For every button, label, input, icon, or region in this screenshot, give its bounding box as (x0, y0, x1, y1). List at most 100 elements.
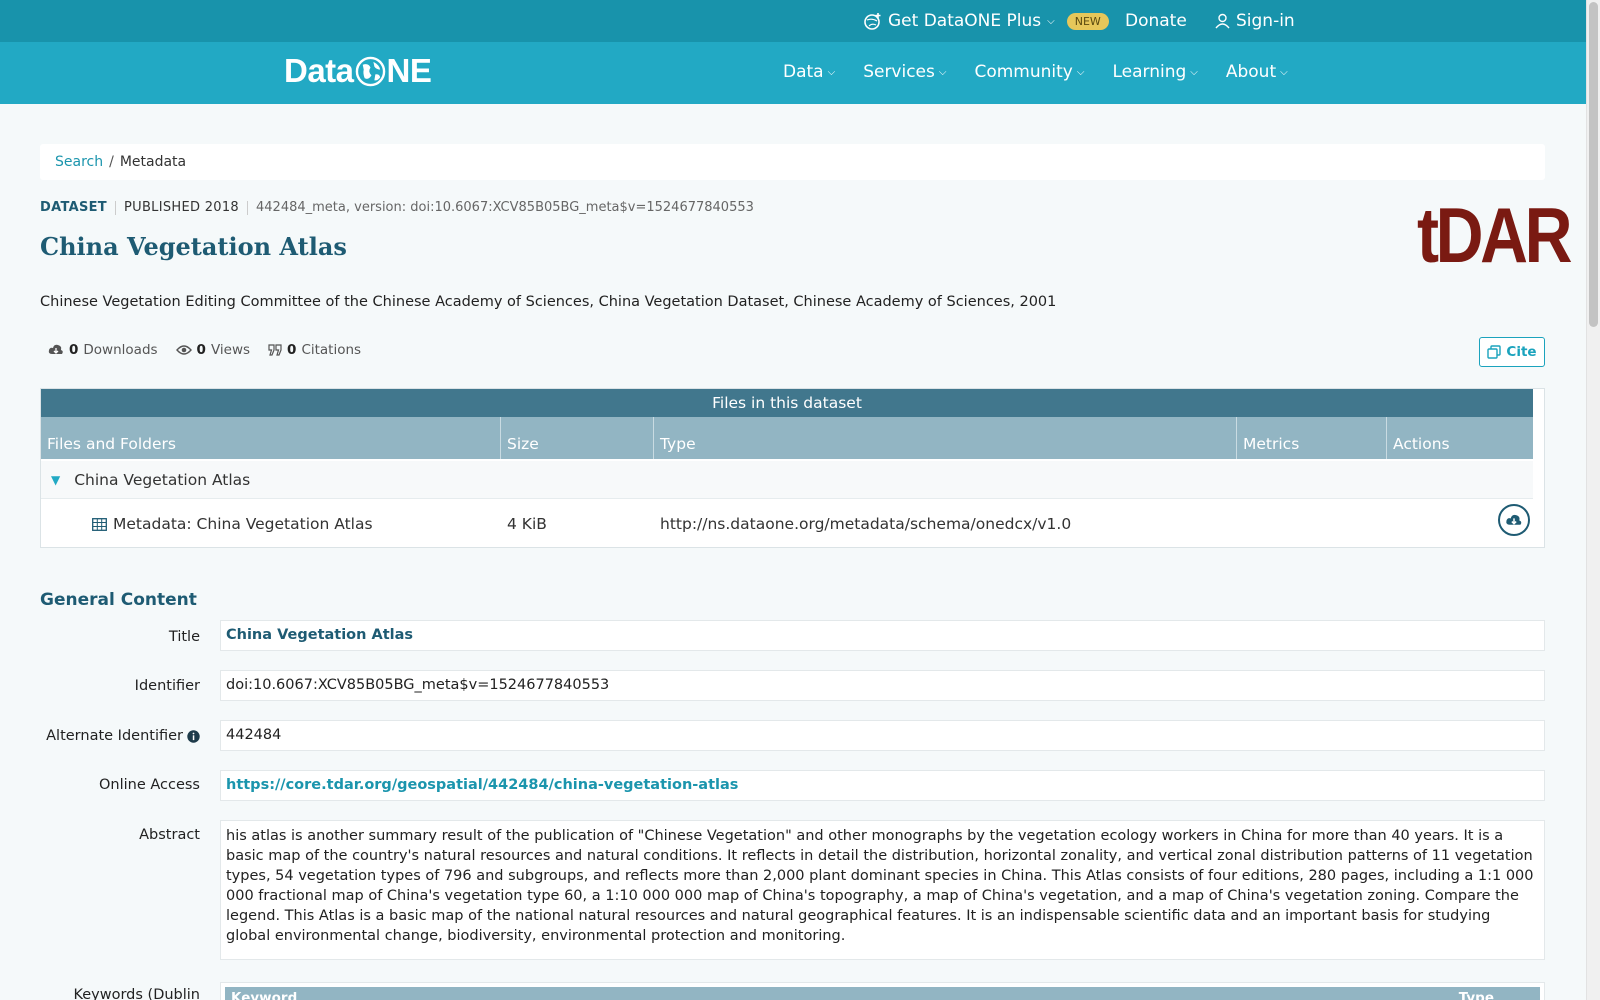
donate-link[interactable]: Donate (1125, 11, 1187, 31)
tdar-repository-logo[interactable]: tDAR (1417, 196, 1573, 274)
folder-name: China Vegetation Atlas (74, 470, 251, 489)
alternate-identifier-text: Alternate Identifier (46, 728, 183, 744)
cloud-download-icon (1506, 514, 1522, 525)
general-content-title: General Content (40, 590, 197, 610)
scrollbar-thumb[interactable] (1589, 2, 1598, 327)
dataset-meta-line: DATASET PUBLISHED 2018 442484_meta, vers… (40, 200, 754, 215)
sign-in-label: Sign-in (1236, 11, 1295, 31)
user-icon (1215, 13, 1230, 29)
chevron-down-icon: ⌵ (1190, 66, 1198, 78)
breadcrumb-separator: / (109, 154, 114, 170)
views-count: 0 (196, 342, 206, 358)
abstract-label: Abstract (139, 827, 200, 843)
citations-label: Citations (301, 342, 362, 358)
nav-label: Services (863, 62, 935, 82)
views-metric[interactable]: 0 Views (175, 342, 251, 358)
chevron-down-icon: ⌵ (827, 66, 836, 78)
table-icon (92, 517, 107, 531)
cite-button[interactable]: Cite (1479, 337, 1545, 367)
views-label: Views (210, 342, 251, 358)
breadcrumb-search-link[interactable]: Search (55, 154, 103, 170)
cite-button-label: Cite (1506, 344, 1537, 360)
keyword-column-header: Keyword (231, 990, 298, 1000)
chevron-down-icon: ⌵ (938, 66, 947, 78)
nav-label: About (1225, 62, 1277, 82)
sign-in-link[interactable]: Sign-in (1215, 11, 1295, 31)
nav-links: Data ⌵ Services ⌵ Community ⌵ Learning ⌵ Abo… (783, 62, 1288, 82)
keywords-table-header: Keyword Type (225, 987, 1540, 1000)
column-header-type[interactable]: Type (654, 417, 1237, 459)
keywords-table: Keyword Type (220, 982, 1545, 1000)
globe-plus-icon (864, 13, 881, 30)
nav-item-services[interactable]: Services ⌵ (863, 62, 946, 82)
chevron-down-icon: ⌵ (1076, 66, 1085, 78)
alternate-identifier-value: 442484 (220, 720, 1545, 751)
get-dataone-plus-label: Get DataONE Plus (888, 11, 1042, 31)
nav-item-learning[interactable]: Learning ⌵ (1112, 62, 1197, 82)
column-header-files[interactable]: Files and Folders (41, 417, 501, 459)
get-dataone-plus-menu[interactable]: Get DataONE Plus ⌵ NEW (864, 11, 1109, 31)
folder-row[interactable]: ▼ China Vegetation Atlas (41, 461, 1533, 499)
eye-icon (175, 345, 192, 355)
online-access-box: https://core.tdar.org/geospatial/442484/… (220, 770, 1545, 801)
dataset-citation: Chinese Vegetation Editing Committee of … (40, 294, 1057, 310)
divider (247, 200, 249, 215)
column-header-metrics: Metrics (1237, 417, 1387, 459)
download-button[interactable] (1498, 504, 1530, 536)
citations-count: 0 (287, 342, 297, 358)
dataone-logo[interactable]: Data NE (284, 52, 432, 90)
nav-label: Data (783, 62, 824, 82)
copy-icon (1487, 345, 1502, 359)
title-label: Title (168, 629, 200, 645)
type-column-header: Type (1458, 990, 1494, 1000)
title-value: China Vegetation Atlas (220, 620, 1545, 651)
column-header-actions: Actions (1393, 435, 1450, 453)
file-type: http://ns.dataone.org/metadata/schema/on… (660, 515, 1072, 533)
nav-item-about[interactable]: About ⌵ (1226, 62, 1288, 82)
nav-item-community[interactable]: Community ⌵ (974, 62, 1084, 82)
globe-icon (355, 56, 385, 86)
identifier-label: Identifier (134, 678, 200, 694)
top-utility-bar: Get DataONE Plus ⌵ NEW Donate Sign-in (0, 0, 1586, 42)
published-label: PUBLISHED 2018 (123, 200, 240, 215)
chevron-down-icon: ⌵ (1280, 66, 1288, 78)
info-icon[interactable] (187, 729, 200, 743)
files-table-header: Files and Folders Size Type Metrics Acti… (41, 417, 1533, 459)
files-table-title: Files in this dataset (41, 389, 1533, 417)
dataset-type-label: DATASET (40, 200, 107, 215)
column-header-size[interactable]: Size (501, 417, 654, 459)
dataset-metrics: 0 Downloads 0 Views 0 Citations (48, 342, 361, 358)
nav-label: Community (974, 62, 1073, 82)
breadcrumb: Search / Metadata (40, 144, 1545, 180)
alternate-identifier-label: Alternate Identifier (0, 725, 200, 747)
main-navbar: Data NE Data ⌵ Services ⌵ Community ⌵ Learn… (0, 42, 1586, 104)
caret-down-icon[interactable]: ▼ (51, 473, 60, 487)
abstract-value: his atlas is another summary result of t… (220, 820, 1545, 960)
downloads-metric[interactable]: 0 Downloads (48, 342, 158, 358)
downloads-label: Downloads (83, 342, 158, 358)
online-access-label: Online Access (98, 777, 200, 793)
nav-label: Learning (1112, 62, 1187, 82)
nav-item-data[interactable]: Data ⌵ (783, 62, 835, 82)
quote-icon (268, 343, 282, 356)
identifier-value: doi:10.6067:XCV85B05BG_meta$v=1524677840… (220, 670, 1545, 701)
chevron-down-icon: ⌵ (1047, 15, 1055, 27)
cloud-download-icon (48, 344, 63, 354)
files-table: Files in this dataset Files and Folders … (40, 388, 1545, 548)
logo-text-ne: NE (386, 52, 432, 89)
logo-text-data: Data (284, 52, 354, 89)
divider (114, 200, 116, 215)
online-access-link[interactable]: https://core.tdar.org/geospatial/442484/… (226, 777, 738, 793)
breadcrumb-current: Metadata (119, 154, 187, 170)
page-title: China Vegetation Atlas (40, 232, 347, 261)
page-scrollbar[interactable] (1586, 0, 1600, 1000)
downloads-count: 0 (69, 342, 79, 358)
file-size: 4 KiB (507, 515, 547, 533)
file-name: Metadata: China Vegetation Atlas (113, 515, 373, 533)
table-row[interactable]: Metadata: China Vegetation Atlas 4 KiB h… (41, 501, 1533, 547)
keywords-label: Keywords (Dublin (73, 987, 200, 1000)
version-label: 442484_meta, version: doi:10.6067:XCV85B… (256, 200, 754, 215)
file-name-cell: Metadata: China Vegetation Atlas (92, 515, 501, 533)
citations-metric[interactable]: 0 Citations (268, 342, 361, 358)
new-badge: NEW (1066, 12, 1109, 30)
